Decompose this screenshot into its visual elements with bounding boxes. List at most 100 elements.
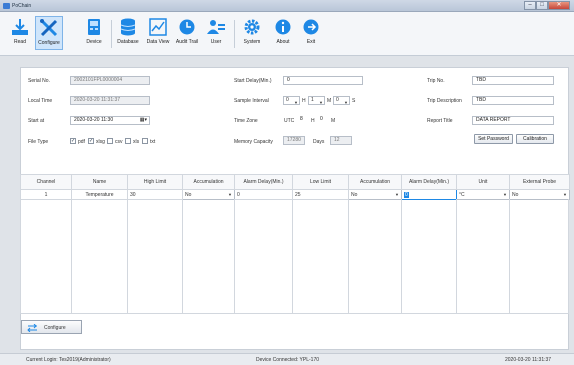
utc-label: UTC bbox=[284, 118, 295, 124]
channel-cell: 1 bbox=[20, 189, 72, 200]
app-logo-icon bbox=[3, 3, 10, 9]
chevron-down-icon: ▼ bbox=[319, 100, 323, 105]
accumulation-high-select[interactable]: No ▼ bbox=[182, 189, 235, 200]
toolbar-separator bbox=[111, 20, 112, 48]
data-view-button[interactable]: Data View bbox=[146, 16, 170, 50]
report-title-input[interactable]: DATA REPORT bbox=[472, 116, 554, 125]
days-field: 12 bbox=[330, 136, 352, 145]
start-delay-label: Start Delay(Min.) bbox=[234, 78, 272, 84]
apply-configure-button[interactable]: Configure bbox=[21, 320, 82, 334]
trip-description-label: Trip Description bbox=[427, 98, 462, 104]
device-button[interactable]: Device bbox=[83, 16, 105, 50]
audit-trail-button[interactable]: Audit Trail bbox=[175, 16, 199, 50]
chevron-down-icon: ▼ bbox=[344, 100, 348, 105]
sample-interval-hours-select[interactable]: 0 ▼ bbox=[283, 96, 300, 105]
table-header-row: Channel Name High Limit Accumulation Ala… bbox=[20, 174, 570, 190]
start-at-field[interactable]: 2020-03-20 11:30 ▦▾ bbox=[70, 116, 150, 125]
time-zone-label: Time Zone bbox=[234, 118, 258, 124]
file-type-xls-checkbox[interactable] bbox=[125, 138, 131, 144]
read-button[interactable]: Read bbox=[8, 16, 32, 50]
report-title-label: Report Title bbox=[427, 118, 453, 124]
name-cell[interactable]: Temperature bbox=[71, 189, 128, 200]
chevron-down-icon: ▼ bbox=[395, 192, 399, 197]
users-icon bbox=[207, 20, 225, 34]
clock-icon bbox=[179, 19, 195, 35]
file-type-csv-checkbox[interactable] bbox=[107, 138, 113, 144]
configure-button[interactable]: Configure bbox=[35, 16, 63, 50]
minimize-button[interactable]: – bbox=[524, 1, 536, 10]
start-delay-input[interactable]: 0 bbox=[283, 76, 363, 85]
about-button[interactable]: About bbox=[273, 16, 293, 50]
toolbar: Read Configure Device Database Data View… bbox=[0, 12, 574, 56]
chevron-down-icon: ▼ bbox=[563, 192, 567, 197]
info-icon bbox=[275, 19, 291, 35]
window-controls: – □ ✕ bbox=[524, 1, 570, 10]
alarm-delay-low-cell[interactable]: 0 bbox=[401, 189, 457, 200]
local-time-label: Local Time bbox=[28, 98, 53, 104]
file-type-xlsg-label: xlsg bbox=[96, 139, 105, 145]
sync-arrows-icon bbox=[27, 324, 37, 332]
file-type-xlsg-checkbox[interactable]: ✓ bbox=[88, 138, 94, 144]
channel-table: Channel Name High Limit Accumulation Ala… bbox=[20, 174, 570, 200]
database-button[interactable]: Database bbox=[116, 16, 140, 50]
file-type-pdf-checkbox[interactable]: ✓ bbox=[70, 138, 76, 144]
trip-no-label: Trip No. bbox=[427, 78, 445, 84]
file-type-label: File Type bbox=[28, 139, 49, 145]
sample-interval-label: Sample Interval bbox=[234, 98, 269, 104]
sample-interval-minutes-select[interactable]: 1 ▼ bbox=[308, 96, 325, 105]
download-icon bbox=[12, 19, 28, 35]
serial-no-field: 2002101FPL0000004 bbox=[70, 76, 150, 85]
trip-no-input[interactable]: TBD bbox=[472, 76, 554, 85]
set-password-button[interactable]: Set Password bbox=[474, 134, 513, 144]
chevron-down-icon: ▼ bbox=[228, 192, 232, 197]
user-button[interactable]: User bbox=[205, 16, 227, 50]
device-icon bbox=[88, 19, 100, 35]
close-button[interactable]: ✕ bbox=[548, 1, 570, 10]
accumulation-low-select[interactable]: No ▼ bbox=[348, 189, 402, 200]
alarm-delay-high-cell[interactable]: 0 bbox=[234, 189, 293, 200]
device-connected-status: Device Connected: YPL-170 bbox=[256, 357, 320, 363]
column-header: Alarm Delay(Min.) bbox=[401, 174, 457, 190]
time-zone-hours[interactable]: 8 bbox=[297, 116, 309, 125]
system-button[interactable]: System bbox=[240, 16, 264, 50]
memory-capacity-field: 17280 bbox=[283, 136, 305, 145]
toolbar-separator bbox=[234, 20, 235, 48]
unit-select[interactable]: °C ▼ bbox=[456, 189, 510, 200]
tools-icon bbox=[40, 19, 58, 37]
title-bar: PoChain – □ ✕ bbox=[0, 0, 574, 12]
start-at-value: 2020-03-20 11:30 bbox=[74, 117, 114, 123]
local-time-field: 2020-03-20 11:31:37 bbox=[70, 96, 150, 105]
file-type-xls-label: xls bbox=[133, 139, 140, 145]
high-limit-cell[interactable]: 30 bbox=[127, 189, 183, 200]
minutes-unit-label: M bbox=[327, 98, 332, 104]
column-header: Low Limit bbox=[292, 174, 349, 190]
column-header: Accumulation bbox=[348, 174, 402, 190]
chart-icon bbox=[149, 18, 167, 36]
table-empty-area bbox=[20, 199, 569, 314]
trip-description-input[interactable]: TBD bbox=[472, 96, 554, 105]
calibration-button[interactable]: Calibration bbox=[516, 134, 554, 144]
column-header: Accumulation bbox=[182, 174, 235, 190]
current-login-status: Current Login: Tes2019(Administrator) bbox=[26, 357, 111, 363]
exit-button[interactable]: Exit bbox=[301, 16, 321, 50]
calendar-dropdown-icon[interactable]: ▦▾ bbox=[140, 117, 147, 124]
file-type-csv-label: csv bbox=[115, 139, 123, 145]
days-label: Days bbox=[313, 139, 325, 145]
status-bar: Current Login: Tes2019(Administrator) De… bbox=[0, 353, 574, 365]
column-header: Alarm Delay(Min.) bbox=[234, 174, 293, 190]
maximize-button[interactable]: □ bbox=[536, 1, 548, 10]
time-zone-minutes[interactable]: 0 bbox=[317, 116, 329, 125]
seconds-unit-label: S bbox=[352, 98, 356, 104]
file-type-txt-checkbox[interactable] bbox=[142, 138, 148, 144]
file-type-txt-label: txt bbox=[150, 139, 156, 145]
low-limit-cell[interactable]: 25 bbox=[292, 189, 349, 200]
column-header: Channel bbox=[20, 174, 72, 190]
hours-unit-label: H bbox=[302, 98, 306, 104]
external-probe-select[interactable]: No ▼ bbox=[509, 189, 570, 200]
column-header: Name bbox=[71, 174, 128, 190]
status-datetime: 2020-03-20 11:31:37 bbox=[505, 357, 552, 363]
column-header: High Limit bbox=[127, 174, 183, 190]
gear-icon bbox=[244, 19, 260, 35]
sample-interval-seconds-select[interactable]: 0 ▼ bbox=[333, 96, 350, 105]
tz-hours-unit-label: H bbox=[311, 118, 315, 124]
